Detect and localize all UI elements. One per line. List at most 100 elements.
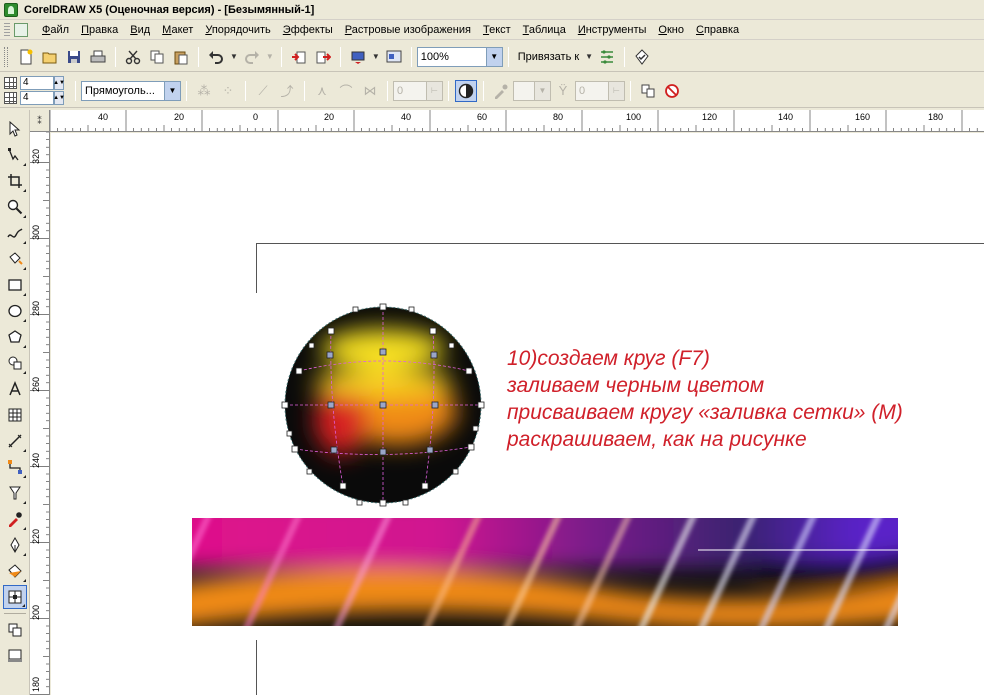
printer-icon[interactable] bbox=[87, 46, 109, 68]
clear-mesh-icon[interactable] bbox=[661, 80, 683, 102]
ruler-tick-label: 160 bbox=[855, 112, 871, 122]
copy-object-tool-icon[interactable] bbox=[3, 618, 27, 642]
save-disk-icon[interactable] bbox=[63, 46, 85, 68]
convert-to-curve-icon: ⤴ bbox=[280, 84, 294, 99]
ruler-tick-label: 280 bbox=[31, 300, 41, 316]
welcome-screen-icon[interactable] bbox=[383, 46, 405, 68]
coreldraw-app-icon[interactable] bbox=[4, 2, 18, 17]
menu-table[interactable]: Таблица bbox=[517, 21, 572, 39]
color-eyedropper-tool-icon[interactable] bbox=[3, 507, 27, 531]
undo-icon[interactable] bbox=[205, 46, 227, 68]
import-icon[interactable] bbox=[288, 46, 310, 68]
redo-dropdown-arrow: ▼ bbox=[265, 52, 274, 61]
selection-mode-value: Прямоуголь... bbox=[85, 84, 155, 97]
menu-tools[interactable]: Инструменты bbox=[572, 21, 653, 39]
chevron-down-icon[interactable]: ▼ bbox=[164, 81, 180, 100]
copy-mesh-properties-icon[interactable] bbox=[637, 80, 659, 102]
instruction-line: присваиваем кругу «заливка сетки» (M) bbox=[507, 401, 903, 424]
connector-tool-icon[interactable] bbox=[3, 455, 27, 479]
snap-to-dropdown-arrow[interactable]: ▼ bbox=[585, 52, 593, 61]
toolbar-separator bbox=[280, 46, 282, 67]
parallel-dimension-tool-icon[interactable] bbox=[3, 429, 27, 453]
mesh-rows-input[interactable]: 4 bbox=[20, 91, 54, 105]
menu-effects[interactable]: Эффекты bbox=[277, 21, 339, 39]
new-document-icon[interactable] bbox=[15, 46, 37, 68]
shape-tool-icon[interactable] bbox=[3, 143, 27, 167]
menu-text[interactable]: Текст bbox=[477, 21, 517, 39]
drawing-canvas[interactable]: 10)создаем круг (F7) заливаем черным цве… bbox=[51, 133, 984, 695]
blend-tool-icon[interactable] bbox=[3, 481, 27, 505]
open-folder-icon[interactable] bbox=[39, 46, 61, 68]
smooth-mesh-color-icon[interactable] bbox=[455, 79, 477, 102]
horizontal-ruler[interactable]: 40 20 0 20 40 60 80 100 120 140 160 180 bbox=[50, 110, 984, 132]
toolbar-grip[interactable] bbox=[4, 46, 8, 67]
toolbar-separator bbox=[304, 80, 305, 101]
crop-tool-icon[interactable] bbox=[3, 169, 27, 193]
ruler-tick-label: 40 bbox=[401, 112, 412, 122]
horizontal-ruler-ticks bbox=[50, 110, 978, 131]
paste-icon[interactable] bbox=[170, 46, 192, 68]
ruler-tick-label: 240 bbox=[31, 452, 41, 468]
eyedropper-icon bbox=[490, 80, 512, 102]
undo-dropdown-arrow[interactable]: ▼ bbox=[230, 52, 238, 61]
application-settings-icon[interactable] bbox=[631, 46, 653, 68]
menu-grip-handle[interactable] bbox=[4, 22, 10, 37]
menu-bitmaps[interactable]: Растровые изображения bbox=[339, 21, 477, 39]
options-icon[interactable] bbox=[596, 46, 618, 68]
mesh-columns-spinner[interactable]: ▲▼ bbox=[53, 76, 65, 90]
text-tool-icon[interactable] bbox=[3, 377, 27, 401]
menu-file[interactable]: Файл bbox=[36, 21, 75, 39]
smooth-node-icon: ⌒ bbox=[339, 84, 353, 99]
menu-bar: Файл Правка Вид Макет Упорядочить Эффект… bbox=[0, 20, 984, 40]
scissors-icon[interactable] bbox=[122, 46, 144, 68]
toolbar-separator bbox=[198, 46, 199, 67]
gradient-stripe-banner[interactable] bbox=[192, 518, 898, 626]
menu-help[interactable]: Справка bbox=[690, 21, 745, 39]
pick-tool-arrow-icon[interactable] bbox=[3, 117, 27, 141]
mesh-rows-spinner[interactable]: ▲▼ bbox=[53, 91, 65, 105]
menu-window[interactable]: Окно bbox=[652, 21, 690, 39]
menu-edit[interactable]: Правка bbox=[75, 21, 124, 39]
ellipse-tool-icon[interactable] bbox=[3, 299, 27, 323]
menu-layout[interactable]: Макет bbox=[156, 21, 199, 39]
menu-view[interactable]: Вид bbox=[124, 21, 156, 39]
mesh-columns-input[interactable]: 4 bbox=[20, 76, 54, 90]
fill-bucket-tool-icon[interactable] bbox=[3, 559, 27, 583]
basic-shapes-tool-icon[interactable] bbox=[3, 351, 27, 375]
snap-to-label[interactable]: Привязать к bbox=[518, 51, 579, 63]
vertical-ruler[interactable]: 320 300 280 260 240 220 200 180 bbox=[30, 132, 50, 695]
instruction-line: раскрашиваем, как на рисунке bbox=[507, 428, 807, 451]
print-preview-tool-icon[interactable] bbox=[3, 644, 27, 668]
ruler-tick-label: 180 bbox=[31, 676, 41, 692]
grid-columns-icon bbox=[4, 77, 17, 89]
menu-arrange[interactable]: Упорядочить bbox=[199, 21, 276, 39]
ruler-tick-label: 120 bbox=[702, 112, 718, 122]
mesh-fill-tool-icon[interactable] bbox=[2, 585, 27, 609]
app-launcher-icon[interactable] bbox=[347, 46, 369, 68]
outline-pen-tool-icon[interactable] bbox=[3, 533, 27, 557]
toolbox-separator bbox=[3, 613, 26, 614]
toolbar-separator bbox=[387, 80, 388, 101]
freehand-tool-icon[interactable] bbox=[3, 221, 27, 245]
toolbox bbox=[0, 110, 30, 695]
launcher-dropdown-arrow[interactable]: ▼ bbox=[372, 52, 380, 61]
table-tool-icon[interactable] bbox=[3, 403, 27, 427]
smart-fill-tool-icon[interactable] bbox=[3, 247, 27, 271]
toolbar-separator bbox=[483, 80, 484, 101]
selection-mode-select[interactable]: Прямоуголь... ▼ bbox=[81, 80, 181, 101]
delete-node-icon: ⁘ bbox=[222, 82, 234, 98]
polygon-tool-icon[interactable] bbox=[3, 325, 27, 349]
rectangle-tool-icon[interactable] bbox=[3, 273, 27, 297]
document-menu-icon[interactable] bbox=[14, 22, 28, 37]
export-icon[interactable] bbox=[312, 46, 334, 68]
ruler-origin-corner[interactable]: ⁑ bbox=[30, 110, 50, 132]
zoom-level-select[interactable]: 100% ▼ bbox=[416, 46, 503, 67]
curve-smoothness-value: 0 bbox=[397, 84, 404, 97]
zoom-tool-magnifier-icon[interactable] bbox=[3, 195, 27, 219]
copy-icon[interactable] bbox=[146, 46, 168, 68]
mesh-color-picker: ▼ bbox=[513, 80, 551, 101]
chevron-down-icon[interactable]: ▼ bbox=[485, 47, 502, 66]
ruler-tick-label: 140 bbox=[778, 112, 794, 122]
toolbar-separator bbox=[186, 80, 187, 101]
mesh-filled-circle[interactable] bbox=[279, 301, 489, 511]
